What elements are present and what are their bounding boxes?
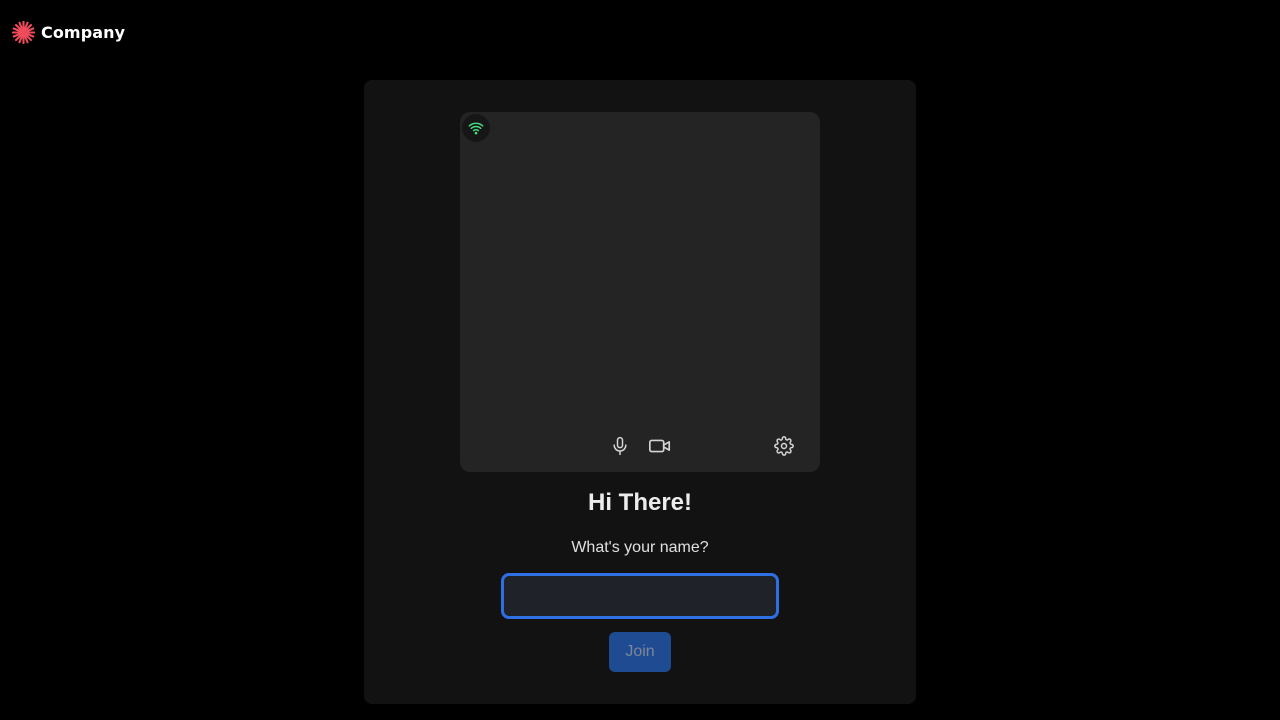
greeting-heading: Hi There! [587, 489, 692, 516]
camera-toggle-button[interactable] [646, 432, 674, 460]
company-name: Company [41, 22, 126, 42]
microphone-icon [613, 436, 627, 456]
microphone-toggle-button[interactable] [606, 432, 634, 460]
asterisk-logo-icon [12, 20, 35, 44]
settings-button[interactable] [770, 432, 798, 460]
wifi-signal-icon [468, 122, 484, 135]
name-prompt-label: What's your name? [571, 539, 709, 556]
name-input[interactable] [501, 573, 779, 619]
company-logo[interactable]: Company [12, 20, 125, 44]
video-camera-icon [649, 439, 671, 453]
gear-icon [774, 436, 794, 456]
join-button[interactable]: Join [609, 632, 671, 672]
join-card: Hi There! What's your name? Join [364, 80, 916, 704]
video-preview [460, 112, 820, 472]
connection-indicator [462, 114, 490, 142]
